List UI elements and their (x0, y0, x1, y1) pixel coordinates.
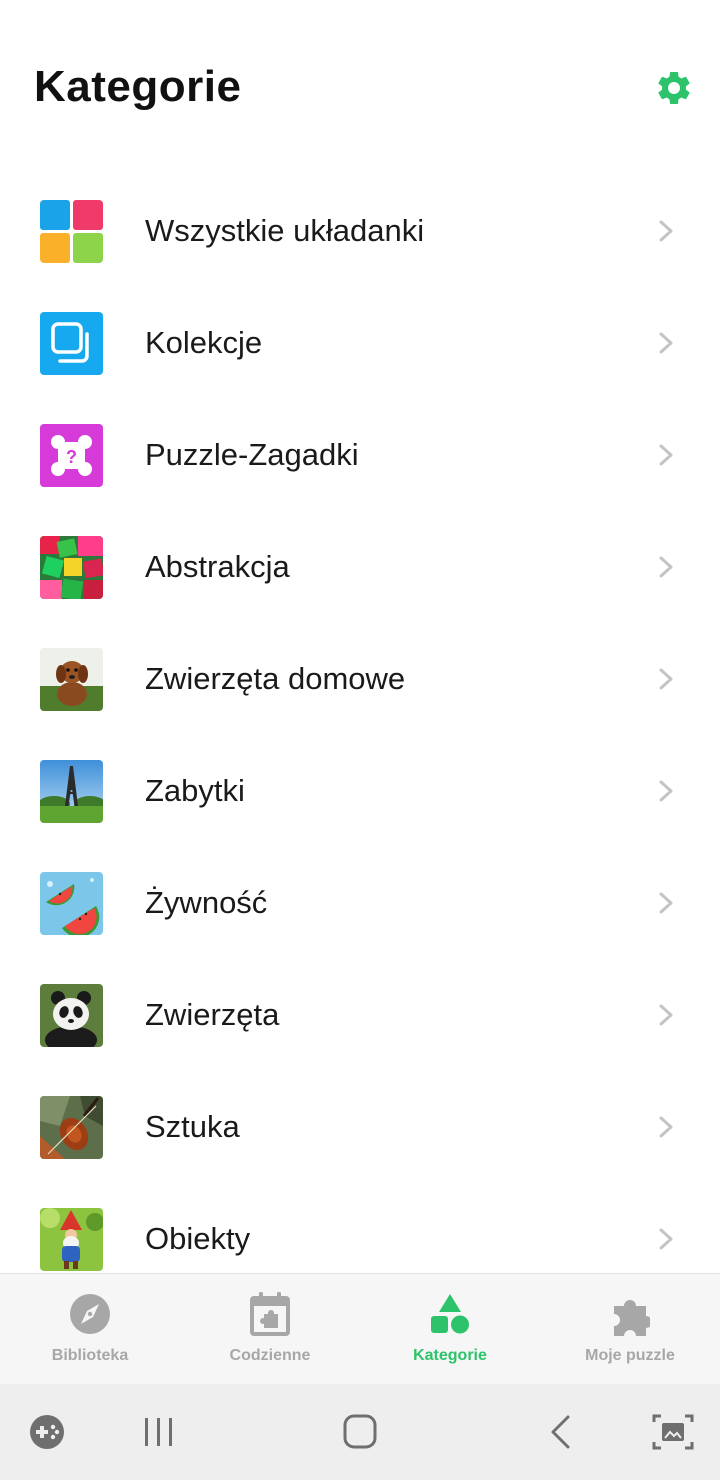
violin-art-thumbnail (40, 1096, 103, 1159)
abstract-thumbnail (40, 536, 103, 599)
compass-icon (70, 1294, 110, 1334)
category-label: Zwierzęta domowe (145, 661, 406, 696)
garden-gnome-thumbnail (40, 1208, 103, 1271)
chevron-right-icon (659, 556, 673, 578)
category-row-animals[interactable]: Zwierzęta (0, 959, 720, 1071)
settings-button[interactable] (652, 66, 696, 110)
calendar-puzzle-icon (250, 1292, 290, 1336)
category-row-pets[interactable]: Zwierzęta domowe (0, 623, 720, 735)
game-launcher-icon[interactable] (26, 1412, 70, 1452)
screenshot-icon[interactable] (651, 1412, 695, 1452)
watermelon-thumbnail (40, 872, 103, 935)
chevron-right-icon (659, 780, 673, 802)
shapes-icon (431, 1294, 469, 1334)
eiffel-tower-thumbnail (40, 760, 103, 823)
chevron-right-icon (659, 220, 673, 242)
category-label: Kolekcje (145, 325, 263, 360)
puzzle-piece-icon (614, 1300, 650, 1336)
category-label: Obiekty (145, 1221, 251, 1256)
all-puzzles-grid-icon (40, 200, 103, 263)
collections-icon (40, 312, 103, 375)
bottom-tab-bar: Biblioteka Codzienne Kategorie Moje puzz… (0, 1273, 720, 1385)
category-label: Żywność (145, 885, 268, 920)
back-icon[interactable] (540, 1412, 584, 1452)
category-label: Sztuka (145, 1109, 240, 1144)
tab-my-puzzles[interactable]: Moje puzzle (540, 1274, 720, 1385)
category-row-objects[interactable]: Obiekty (0, 1183, 720, 1273)
mystery-puzzle-icon: ? (40, 424, 103, 487)
chevron-right-icon (659, 892, 673, 914)
category-row-landmarks[interactable]: Zabytki (0, 735, 720, 847)
category-list: Wszystkie układanki Kolekcje ? Puzzle-Za… (0, 175, 720, 1273)
svg-text:?: ? (66, 447, 77, 467)
category-row-abstract[interactable]: Abstrakcja (0, 511, 720, 623)
category-row-art[interactable]: Sztuka (0, 1071, 720, 1183)
category-label: Abstrakcja (145, 549, 290, 584)
tab-library[interactable]: Biblioteka (0, 1274, 180, 1385)
chevron-right-icon (659, 668, 673, 690)
category-row-collections[interactable]: Kolekcje (0, 287, 720, 399)
category-row-all-puzzles[interactable]: Wszystkie układanki (0, 175, 720, 287)
system-navigation-bar (0, 1384, 720, 1480)
chevron-right-icon (659, 332, 673, 354)
category-label: Zabytki (145, 773, 245, 808)
home-icon[interactable] (338, 1412, 382, 1452)
chevron-right-icon (659, 444, 673, 466)
category-row-food[interactable]: Żywność (0, 847, 720, 959)
tab-label: Codzienne (229, 1347, 311, 1364)
category-label: Puzzle-Zagadki (145, 437, 359, 472)
tab-label: Moje puzzle (585, 1347, 675, 1364)
chevron-right-icon (659, 1004, 673, 1026)
chevron-right-icon (659, 1116, 673, 1138)
header: Kategorie (0, 0, 720, 170)
chevron-right-icon (659, 1228, 673, 1250)
pet-dog-thumbnail (40, 648, 103, 711)
tab-categories[interactable]: Kategorie (360, 1274, 540, 1385)
recent-apps-icon[interactable] (137, 1412, 181, 1452)
category-label: Wszystkie układanki (145, 213, 425, 248)
page-title: Kategorie (34, 62, 242, 111)
category-row-mystery-puzzles[interactable]: ? Puzzle-Zagadki (0, 399, 720, 511)
tab-daily[interactable]: Codzienne (180, 1274, 360, 1385)
panda-thumbnail (40, 984, 103, 1047)
tab-label: Biblioteka (51, 1347, 129, 1364)
tab-label: Kategorie (413, 1347, 487, 1364)
gear-icon (658, 71, 690, 104)
category-label: Zwierzęta (145, 997, 280, 1032)
